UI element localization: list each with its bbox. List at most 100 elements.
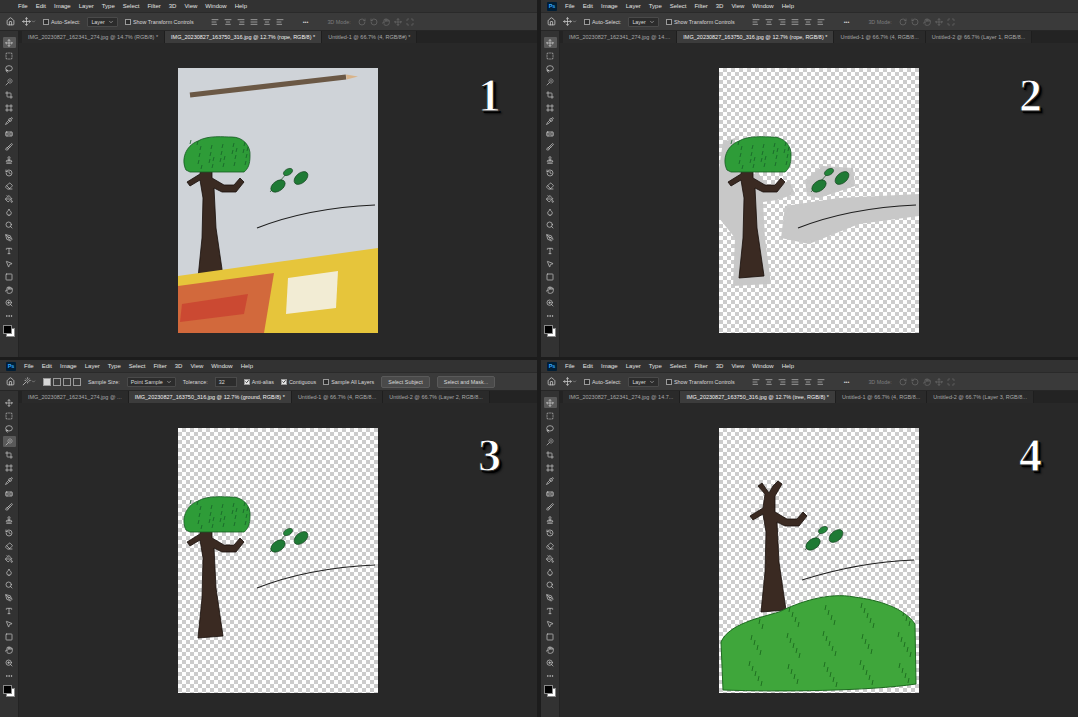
menu-item[interactable]: Image [601, 0, 618, 12]
frame-tool-icon[interactable] [5, 464, 13, 472]
align-top-icon[interactable] [250, 18, 258, 26]
menu-item[interactable]: Window [752, 0, 773, 12]
align-bottom-icon[interactable] [276, 18, 284, 26]
tool-preset[interactable] [22, 377, 36, 386]
move-tool-icon[interactable] [546, 399, 554, 407]
lasso-tool-icon[interactable] [546, 65, 554, 73]
option-checkbox[interactable]: Show Transform Controls [666, 19, 735, 25]
tool-button[interactable] [3, 167, 16, 178]
tool-button[interactable] [544, 410, 557, 421]
healing-brush-icon[interactable] [5, 130, 13, 138]
blur-tool-icon[interactable] [5, 208, 13, 216]
tool-button[interactable] [544, 180, 557, 191]
dodge-tool-icon[interactable] [5, 221, 13, 229]
align-right-icon[interactable] [237, 18, 245, 26]
lasso-tool-icon[interactable] [5, 425, 13, 433]
align-bottom-icon[interactable] [817, 18, 825, 26]
paint-bucket-icon[interactable] [546, 195, 554, 203]
tool-button[interactable] [544, 128, 557, 139]
home-icon[interactable] [6, 377, 15, 386]
option-checkbox[interactable]: Show Transform Controls [125, 19, 194, 25]
option-checkbox[interactable]: Auto-Select: [584, 19, 621, 25]
clone-stamp-icon[interactable] [5, 156, 13, 164]
menu-item[interactable]: Image [60, 360, 77, 372]
tool-button[interactable] [544, 154, 557, 165]
more-options[interactable]: ••• [303, 19, 309, 25]
canvas[interactable] [178, 428, 378, 693]
tool-button[interactable] [3, 397, 16, 408]
marquee-tool-icon[interactable] [5, 412, 13, 420]
tool-button[interactable] [544, 284, 557, 295]
selection-mode-button[interactable] [43, 378, 51, 386]
document-tab[interactable]: Untitled-1 @ 66.7% (4, RGB/8... [292, 391, 383, 403]
tool-button[interactable] [544, 102, 557, 113]
menu-item[interactable]: Edit [583, 0, 593, 12]
menu-item[interactable]: File [565, 0, 575, 12]
menu-item[interactable]: Select [123, 0, 140, 12]
tool-button[interactable] [3, 180, 16, 191]
menu-item[interactable]: Layer [626, 0, 641, 12]
marquee-tool-icon[interactable] [546, 52, 554, 60]
tool-button[interactable] [544, 115, 557, 126]
tool-button[interactable] [544, 488, 557, 499]
menu-item[interactable]: Layer [626, 360, 641, 372]
option-checkbox[interactable]: Contiguous [281, 379, 316, 385]
type-tool-icon[interactable] [5, 247, 13, 255]
eraser-tool-icon[interactable] [546, 542, 554, 550]
home-icon[interactable] [547, 377, 556, 386]
document-tab[interactable]: IMG_20230827_163750_316.jpg @ 12.7% (tre… [680, 391, 836, 403]
tool-button[interactable] [3, 50, 16, 61]
tool-button[interactable] [544, 310, 557, 321]
eraser-tool-icon[interactable] [546, 182, 554, 190]
blur-tool-icon[interactable] [5, 568, 13, 576]
crop-tool-icon[interactable] [5, 451, 13, 459]
document-tab[interactable]: Untitled-1 @ 66.7% (4, RGB/8... [836, 391, 927, 403]
menu-item[interactable]: Edit [36, 0, 46, 12]
tool-button[interactable] [3, 297, 16, 308]
marquee-tool-icon[interactable] [5, 52, 13, 60]
tool-button[interactable] [544, 436, 557, 447]
menu-item[interactable]: Select [129, 360, 146, 372]
tool-button[interactable] [544, 297, 557, 308]
tool-button[interactable] [544, 670, 557, 681]
tool-button[interactable] [3, 141, 16, 152]
menu-item[interactable]: Layer [79, 0, 94, 12]
menu-item[interactable]: View [731, 0, 744, 12]
tool-button[interactable] [3, 449, 16, 460]
crop-tool-icon[interactable] [546, 91, 554, 99]
path-select-icon[interactable] [5, 260, 13, 268]
document-tab[interactable]: IMG_20230827_163750_316.jpg @ 12.7% (rop… [165, 31, 322, 43]
tool-button[interactable] [544, 501, 557, 512]
brush-tool-icon[interactable] [5, 143, 13, 151]
move-tool-icon[interactable] [5, 39, 13, 47]
paint-bucket-icon[interactable] [546, 555, 554, 563]
option-button[interactable]: Select Subject [381, 376, 429, 388]
move-icon[interactable] [563, 17, 572, 26]
tool-button[interactable] [3, 102, 16, 113]
menu-item[interactable]: File [24, 360, 34, 372]
frame-tool-icon[interactable] [546, 104, 554, 112]
rectangle-tool-icon[interactable] [546, 273, 554, 281]
tool-button[interactable] [544, 193, 557, 204]
eyedropper-tool-icon[interactable] [546, 477, 554, 485]
tool-button[interactable] [544, 245, 557, 256]
eyedropper-tool-icon[interactable] [5, 477, 13, 485]
menu-item[interactable]: Filter [147, 0, 160, 12]
selection-mode-button[interactable] [73, 378, 81, 386]
path-select-icon[interactable] [546, 620, 554, 628]
align-bottom-icon[interactable] [817, 378, 825, 386]
more-tools-icon[interactable] [5, 672, 13, 680]
tool-button[interactable] [544, 540, 557, 551]
tool-button[interactable] [544, 579, 557, 590]
tool-preset[interactable] [563, 17, 577, 26]
align-top-icon[interactable] [791, 18, 799, 26]
align-right-icon[interactable] [778, 18, 786, 26]
menu-item[interactable]: Select [670, 0, 687, 12]
align-center-icon[interactable] [765, 18, 773, 26]
more-options[interactable]: ••• [844, 19, 850, 25]
tool-button[interactable] [544, 462, 557, 473]
foreground-color[interactable] [544, 325, 553, 334]
menu-item[interactable]: Edit [42, 360, 52, 372]
menu-item[interactable]: Window [205, 0, 226, 12]
type-tool-icon[interactable] [546, 607, 554, 615]
